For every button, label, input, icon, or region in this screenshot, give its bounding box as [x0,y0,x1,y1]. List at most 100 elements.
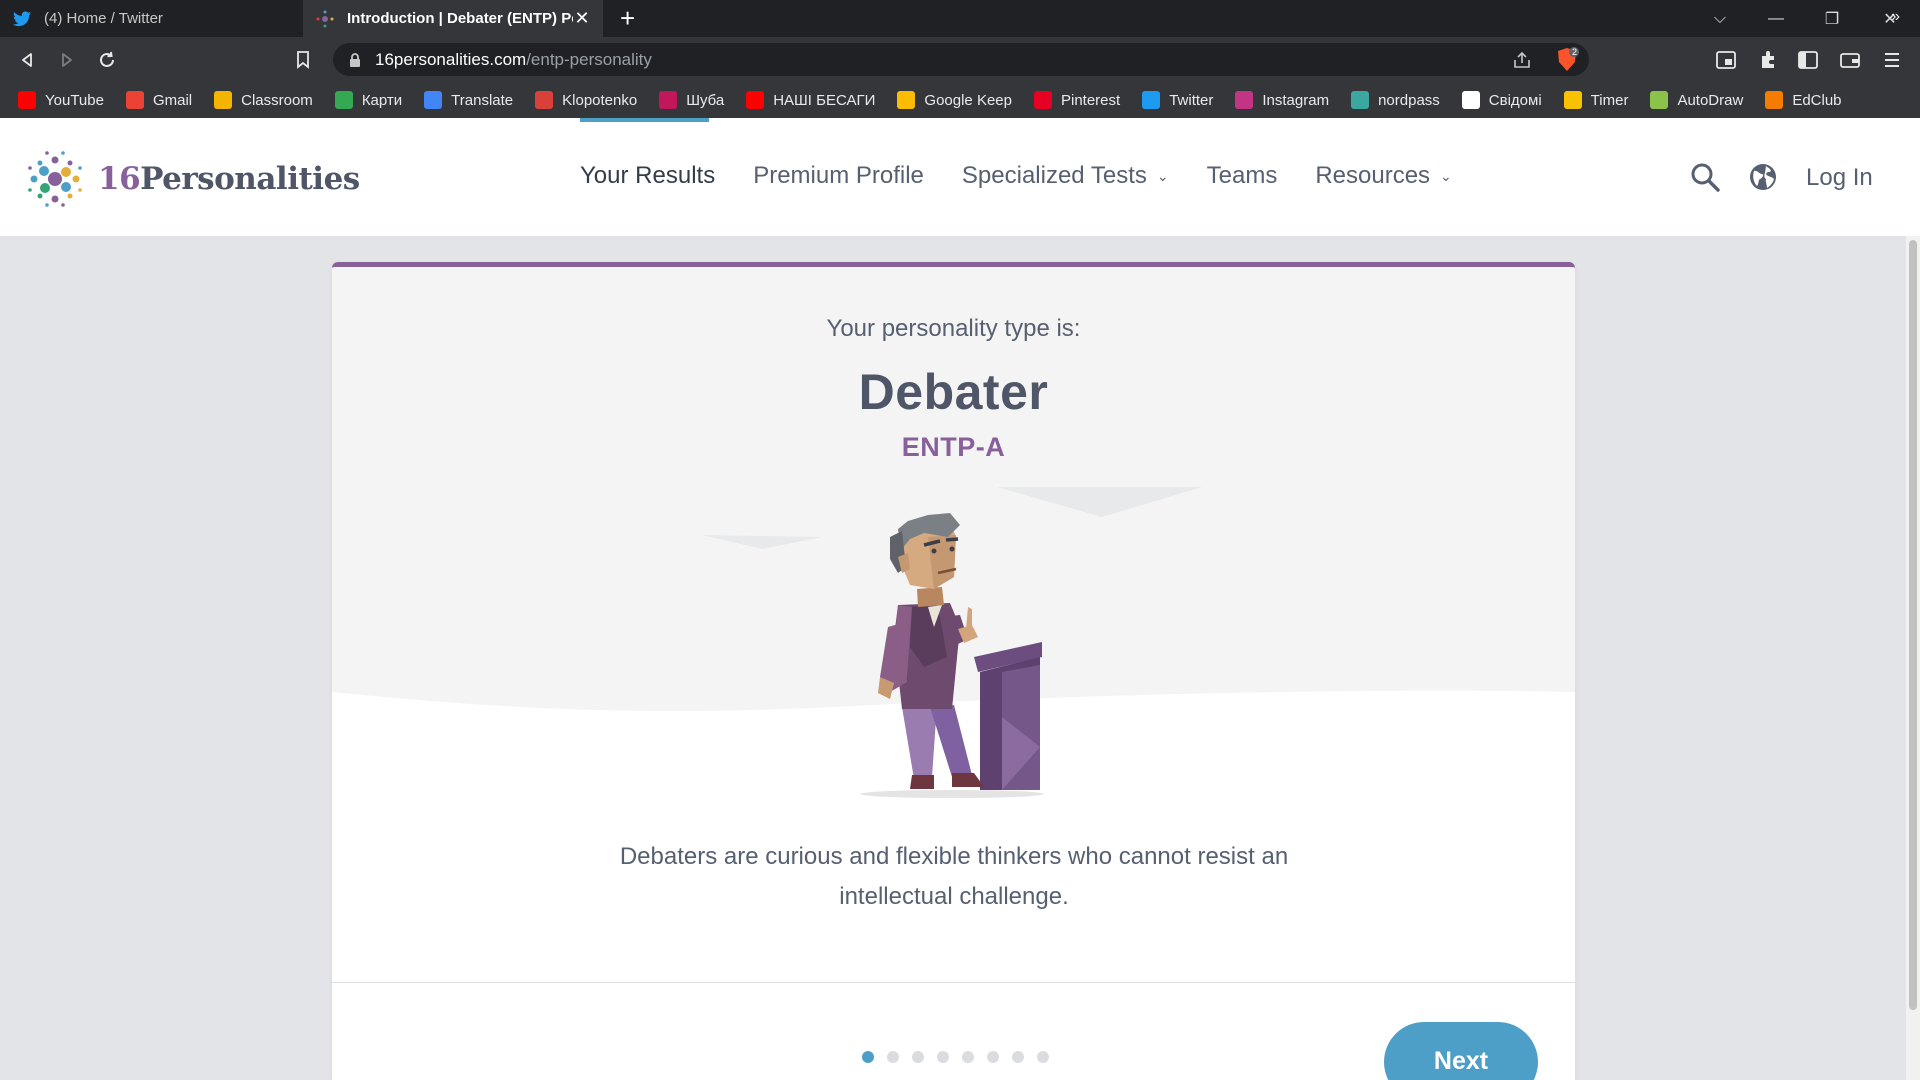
bookmarks-bar: YouTube Gmail Classroom Карти Translate Klopo… [0,82,1920,118]
bookmark-label: nordpass [1378,91,1440,109]
restore-icon[interactable]: ❐ [1804,0,1860,37]
nav-specialized-tests[interactable]: Specialized Tests ⌄ [962,162,1169,190]
bookmark-label: AutoDraw [1677,91,1744,109]
minimize-icon[interactable]: — [1748,0,1804,37]
bookmark-шуба[interactable]: Шуба [659,91,724,109]
bookmark-label: EdClub [1792,91,1842,109]
share-icon[interactable] [1511,49,1533,71]
login-link[interactable]: Log In [1806,164,1873,192]
tab-twitter[interactable]: (4) Home / Twitter [0,0,303,37]
pagination-dot[interactable] [962,1051,974,1063]
media-icon[interactable] [1712,46,1740,74]
twitter-icon [12,9,32,29]
classroom-icon [214,91,233,109]
shuba-icon [659,91,678,109]
nav-premium-profile[interactable]: Premium Profile [753,162,924,190]
forward-icon[interactable] [52,45,82,75]
bookmark-label: Timer [1590,91,1629,109]
pagination-dot[interactable] [1012,1051,1024,1063]
bookmark-label: Google Keep [924,91,1012,109]
shield-badge: 2 [1571,47,1577,57]
tab-16personalities[interactable]: Introduction | Debater (ENTP) Per ✕ [303,0,603,37]
pagination-dot[interactable] [862,1051,874,1063]
bookmark-icon[interactable] [288,45,318,75]
nav-teams[interactable]: Teams [1207,162,1278,190]
card-divider [332,982,1575,983]
tab-title: (4) Home / Twitter [44,10,163,27]
browser-toolbar: 16personalities.com/entp-personality 2 [0,37,1920,82]
bookmark-label: Свідомі [1488,91,1542,109]
tab-close-icon[interactable]: ✕ [573,8,591,29]
pagination-dot[interactable] [937,1051,949,1063]
bookmark-nordpass[interactable]: nordpass [1351,91,1440,109]
scrollbar-thumb[interactable] [1909,240,1917,1010]
bookmark-translate[interactable]: Translate [424,91,513,109]
16personalities-favicon-icon [315,9,335,29]
main-nav: Your Results Premium Profile Specialized… [580,162,1490,190]
bookmark-gmail[interactable]: Gmail [125,91,192,109]
bookmark-label: Pinterest [1060,91,1121,109]
bookmark-карти[interactable]: Карти [334,91,403,109]
nav-resources[interactable]: Resources ⌄ [1315,162,1451,190]
menu-icon[interactable] [1878,46,1906,74]
next-button[interactable]: Next [1384,1022,1538,1080]
new-tab-button[interactable]: + [620,5,635,31]
site-logo[interactable]: 16Personalities [22,146,360,212]
bookmark-label: Шуба [686,91,725,109]
bookmark-label: Instagram [1262,91,1330,109]
bookmark-label: Карти [361,91,403,109]
bookmark-google-keep[interactable]: Google Keep [897,91,1012,109]
bookmark-edclub[interactable]: EdClub [1765,91,1842,109]
bookmark-instagram[interactable]: Instagram [1235,91,1329,109]
bookmark-timer[interactable]: Timer [1563,91,1629,109]
logo-icon [28,151,82,207]
pagination-dot[interactable] [1037,1051,1049,1063]
bookmark-classroom[interactable]: Classroom [214,91,313,109]
bookmark-label: Twitter [1169,91,1214,109]
personality-type-name: Debater [858,364,1049,420]
bookmark-label: НАШІ БЕСАГИ [773,91,876,109]
extensions-icon[interactable] [1754,46,1782,74]
svidomi-icon [1461,91,1480,109]
bookmark-autodraw[interactable]: AutoDraw [1650,91,1743,109]
search-icon[interactable] [1690,162,1720,192]
close-window-icon[interactable]: ✕ [1862,0,1918,37]
url-host: 16personalities.com [375,49,527,69]
twitter-icon [1142,91,1161,109]
brave-shield-icon[interactable]: 2 [1555,47,1579,73]
edclub-icon [1765,91,1784,109]
bookmark-klopotenko[interactable]: Klopotenko [535,91,637,109]
bookmarks-overflow-icon[interactable]: » [1891,8,1900,26]
site-header: 16Personalities Your Results Premium Pro… [0,118,1920,236]
maps-icon [334,91,353,109]
bookmark-label: Translate [451,91,514,109]
back-icon[interactable] [12,45,42,75]
reload-icon[interactable] [92,45,122,75]
bookmark-youtube[interactable]: YouTube [18,91,104,109]
lock-icon [350,52,360,67]
pinterest-icon [1033,91,1052,109]
pagination-dot[interactable] [912,1051,924,1063]
bookmark-label: Classroom [241,91,313,109]
instagram-icon [1235,91,1254,109]
bookmark-наші-бесаги[interactable]: НАШІ БЕСАГИ [746,91,875,109]
bookmark-pinterest[interactable]: Pinterest [1033,91,1121,109]
pagination-dot[interactable] [887,1051,899,1063]
nav-your-results[interactable]: Your Results [580,162,715,190]
page-scrollbar[interactable] [1906,236,1920,1080]
sidebar-icon[interactable] [1794,46,1822,74]
tab-search-icon[interactable]: ⌵ [1692,0,1748,37]
bookmark-twitter[interactable]: Twitter [1142,91,1213,109]
bookmark-label: YouTube [45,91,104,109]
result-description: Debaters are curious and flexible thinke… [619,843,1289,910]
personality-type-code: ENTP-A [901,432,1006,462]
globe-icon[interactable] [1748,162,1778,192]
bookmark-свідомі[interactable]: Свідомі [1461,91,1542,109]
gmail-icon [125,91,144,109]
url-path: /entp-personality [526,49,652,69]
result-intro: Your personality type is: [826,315,1081,342]
wallet-icon[interactable] [1836,46,1864,74]
address-bar[interactable]: 16personalities.com/entp-personality 2 [333,43,1589,76]
pagination-dot[interactable] [987,1051,999,1063]
klopotenko-icon [535,91,554,109]
